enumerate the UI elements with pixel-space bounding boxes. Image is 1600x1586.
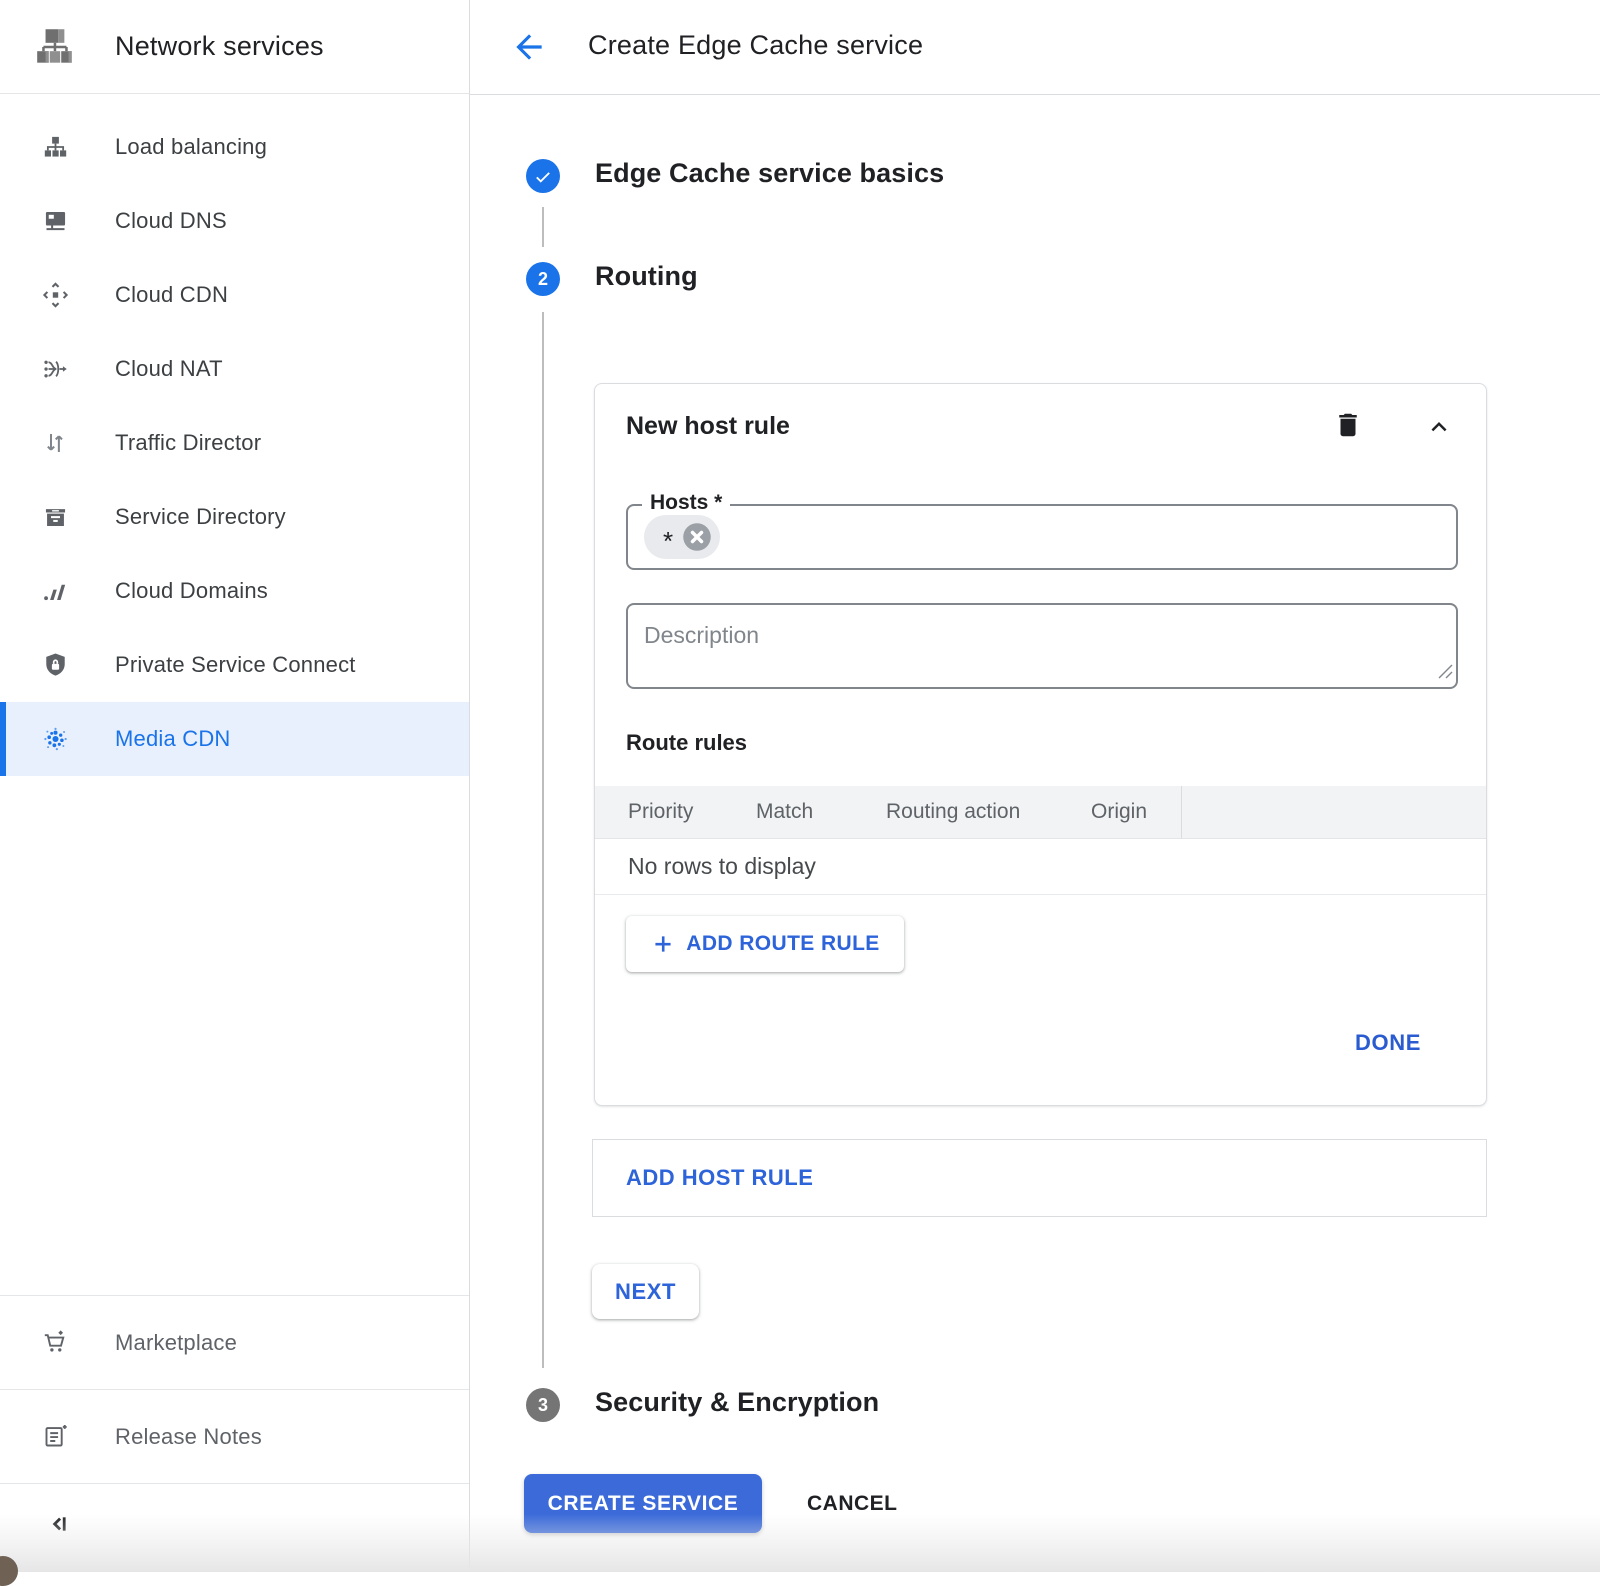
stepper-connector [542,207,544,247]
sidebar-item-label: Load balancing [115,134,267,160]
add-route-rule-label: ADD ROUTE RULE [686,932,879,956]
step-1-complete-icon [526,159,560,193]
step-3-label: Security & Encryption [595,1387,879,1418]
plus-icon [650,931,676,957]
next-button[interactable]: NEXT [592,1264,699,1319]
cloud-nat-icon [42,356,69,383]
hosts-field-label: Hosts * [642,491,730,515]
marketplace-icon [42,1329,69,1356]
empty-table-text: No rows to display [628,853,816,880]
sidebar-item-private-service-connect[interactable]: Private Service Connect [0,628,469,702]
traffic-director-icon [42,430,69,457]
sidebar-item-label: Marketplace [115,1330,237,1356]
column-header-routing-action: Routing action [886,786,1020,838]
page-title: Create Edge Cache service [588,30,923,61]
stepper-connector [542,312,544,1368]
step-3-badge: 3 [526,1388,560,1422]
network-services-icon [33,24,79,70]
sidebar-item-marketplace[interactable]: Marketplace [0,1295,469,1389]
route-rules-label: Route rules [626,730,747,756]
step-2-label: Routing [595,261,698,292]
sidebar-item-media-cdn[interactable]: Media CDN [0,702,469,776]
resize-handle-icon[interactable] [1438,664,1453,684]
page-header: Create Edge Cache service [470,0,1600,95]
media-cdn-icon [42,726,69,753]
sidebar-item-load-balancing[interactable]: Load balancing [0,110,469,184]
hosts-input[interactable]: Hosts * * [626,504,1458,570]
sidebar-collapse-row [0,1483,469,1572]
host-rule-card-title: New host rule [626,412,790,441]
cloud-cdn-icon [42,282,69,309]
back-arrow-icon[interactable] [510,28,548,66]
private-service-connect-icon [42,652,69,679]
create-service-button[interactable]: CREATE SERVICE [524,1474,762,1533]
step-2-number: 2 [538,269,548,290]
host-chip-value: * [663,526,673,557]
sidebar-item-release-notes[interactable]: Release Notes [0,1389,469,1483]
add-host-rule-label: ADD HOST RULE [626,1165,813,1191]
load-balancing-icon [42,134,69,161]
sidebar-title: Network services [115,31,324,62]
column-header-origin: Origin [1091,786,1147,838]
column-header-match: Match [756,786,813,838]
route-rules-table-header: Priority Match Routing action Origin [595,786,1486,839]
sidebar-item-label: Media CDN [115,726,231,752]
cloud-domains-icon [42,578,69,605]
sidebar-item-service-directory[interactable]: Service Directory [0,480,469,554]
collapse-host-rule-icon[interactable] [1423,412,1455,442]
cancel-button[interactable]: CANCEL [807,1492,898,1516]
step-2-badge: 2 [526,262,560,296]
sidebar-item-label: Private Service Connect [115,652,356,678]
main-content: Create Edge Cache service Edge Cache ser… [470,0,1600,1572]
collapse-sidebar-icon[interactable] [42,1508,74,1540]
step-1-label[interactable]: Edge Cache service basics [595,158,944,189]
sidebar-item-cloud-nat[interactable]: Cloud NAT [0,332,469,406]
delete-host-rule-icon[interactable] [1333,410,1363,442]
add-host-rule-button[interactable]: ADD HOST RULE [592,1139,1487,1217]
description-field [626,603,1458,689]
sidebar-item-label: Cloud NAT [115,356,223,382]
route-rules-empty-row: No rows to display [595,839,1486,895]
sidebar-item-traffic-director[interactable]: Traffic Director [0,406,469,480]
add-route-rule-button[interactable]: ADD ROUTE RULE [626,916,904,972]
sidebar-nav: Load balancing Cloud DNS [0,94,469,776]
sidebar-item-label: Service Directory [115,504,286,530]
service-directory-icon [42,504,69,531]
done-button[interactable]: DONE [1355,1030,1421,1056]
cloud-dns-icon [42,208,69,235]
sidebar-item-cloud-domains[interactable]: Cloud Domains [0,554,469,628]
sidebar-item-label: Cloud CDN [115,282,228,308]
sidebar-item-label: Cloud Domains [115,578,268,604]
release-notes-icon [42,1423,69,1450]
new-host-rule-card: New host rule Hosts * * [594,383,1487,1106]
sidebar-bottom: Marketplace Release Notes [0,1295,469,1572]
sidebar-item-label: Release Notes [115,1424,262,1450]
sidebar: Network services Load balancing Cloud DN… [0,0,470,1572]
sidebar-item-label: Traffic Director [115,430,261,456]
step-3-number: 3 [538,1395,548,1416]
sidebar-item-label: Cloud DNS [115,208,227,234]
column-header-priority: Priority [628,786,693,838]
column-divider [1181,786,1182,838]
sidebar-header: Network services [0,0,469,94]
remove-host-chip-icon[interactable] [682,522,712,552]
host-chip: * [644,515,720,559]
sidebar-item-cloud-cdn[interactable]: Cloud CDN [0,258,469,332]
description-textarea[interactable] [628,605,1456,687]
sidebar-item-cloud-dns[interactable]: Cloud DNS [0,184,469,258]
